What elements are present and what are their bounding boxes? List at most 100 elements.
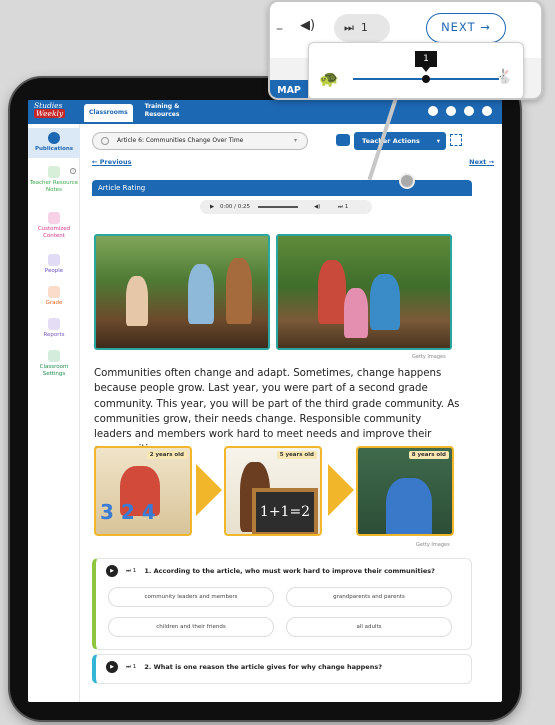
sidebar-item-grade[interactable]: Grade [28,286,80,307]
child-figure [126,276,148,326]
sidebar-item-label: People [44,268,64,274]
fullscreen-icon[interactable] [450,134,462,146]
sidebar-item-reports[interactable]: Reports [28,318,80,339]
tab-classrooms[interactable]: Classrooms [84,104,133,122]
age-tag: 8 years old [408,451,449,459]
question-header: ▶ ⏭ 1 1. According to the article, who m… [106,565,435,577]
child-figure [370,274,400,330]
sidebar-item-label: Teacher Resource Notes [29,180,79,193]
sidebar-item-customized-content[interactable]: Customized Content [28,212,80,239]
next-button[interactable]: NEXT → [426,13,506,43]
teacher-actions-label: Teacher Actions [362,137,420,145]
gardening-photo-left [94,234,270,350]
answer-option[interactable]: all adults [286,617,452,637]
child-figure [344,288,368,338]
sidebar: Publications Teacher Resource Notes i Cu… [28,124,80,702]
turtle-icon: 🐢 [319,69,339,88]
app-bar: Studies Weekly Classrooms Training & Res… [28,100,502,124]
assign-people-icon[interactable] [336,134,350,146]
speed-value: 1 [360,21,368,34]
appbar-icons [428,106,492,116]
speed-slider-value: 1 [415,51,437,72]
info-icon[interactable]: i [70,168,76,174]
divider: – [276,21,283,37]
audio-time: 0:00 / 0:25 [220,204,251,210]
answer-option[interactable]: children and their friends [108,617,274,637]
child-figure [188,264,214,324]
volume-icon[interactable]: ◀) [314,200,320,214]
close-icon[interactable] [428,106,438,116]
sidebar-item-teacher-resource-notes[interactable]: Teacher Resource Notes i [28,166,80,193]
sidebar-item-publications[interactable]: Publications [28,128,80,158]
people-icon [48,254,60,266]
chevron-down-icon: ▾ [293,137,297,144]
answer-option[interactable]: grandparents and parents [286,587,452,607]
child-figure [386,478,432,534]
speed-slider-popup: 🐢 1 🐇 [308,42,524,98]
search-icon[interactable] [446,106,456,116]
callout-anchor-dot [399,173,415,189]
speed-value: 1 [132,568,137,574]
teacher-actions-button[interactable]: Teacher Actions ▾ [354,132,446,150]
grade-icon [48,286,60,298]
question-text: 2. What is one reason the article gives … [144,663,382,671]
number-blocks: 3 2 4 [100,500,156,524]
chart-icon [48,318,60,330]
sidebar-item-classroom-settings[interactable]: Classroom Settings [28,350,80,377]
progression-arrow [196,464,222,516]
question-card-1: ▶ ⏭ 1 1. According to the article, who m… [92,558,472,650]
photo-credit: Getty Images [416,542,450,548]
next-link[interactable]: Next → [469,158,494,166]
sidebar-item-label: Reports [43,332,65,338]
play-icon[interactable]: ▶ [106,565,118,577]
sidebar-item-people[interactable]: People [28,254,80,275]
pencil-icon [48,166,60,178]
sidebar-item-label: Grade [45,300,63,306]
profile-icon[interactable] [482,106,492,116]
tab-training-resources[interactable]: Training & Resources [138,103,186,119]
chevron-down-icon: ▾ [436,137,440,145]
question-header: ▶ ⏭ 1 2. What is one reason the article … [106,661,382,673]
tablet-frame: Studies Weekly Classrooms Training & Res… [10,78,520,720]
age-photo-8: 8 years old [356,446,454,536]
audio-progress-track[interactable] [258,206,298,208]
speed-button[interactable]: ⏭ 1 [338,200,348,214]
map-tab[interactable]: MAP [270,80,308,98]
notification-icon[interactable] [464,106,474,116]
logo-line2: Weekly [34,109,66,118]
play-icon[interactable]: ▶ [210,200,214,214]
tablet-screen: Studies Weekly Classrooms Training & Res… [28,100,502,702]
sidebar-item-label: Classroom Settings [39,364,69,377]
audio-player: ▶ 0:00 / 0:25 ◀) ⏭ 1 [200,200,372,214]
speed-button[interactable]: ⏭ 1 [126,661,136,673]
article-select[interactable]: Article 6: Communities Change Over Time … [92,132,308,150]
previous-link[interactable]: ← Previous [92,158,132,166]
article-status-icon [101,137,109,145]
book-icon [48,132,60,144]
zoom-callout: – ◀) ⏭ 1 NEXT → MAP 🐢 1 🐇 [268,0,543,100]
speed-value: 1 [132,664,137,670]
rabbit-icon: 🐇 [495,69,513,85]
question-card-2: ▶ ⏭ 1 2. What is one reason the article … [92,654,472,684]
child-figure [318,260,346,324]
studies-weekly-logo[interactable]: Studies Weekly [34,102,80,122]
gardening-photo-right [276,234,452,350]
age-photo-5: 5 years old 1+1=2 [224,446,322,536]
sidebar-item-label: Customized Content [37,226,71,239]
volume-icon[interactable]: ◀) [300,18,315,33]
answer-option[interactable]: community leaders and members [108,587,274,607]
chalkboard: 1+1=2 [252,488,318,534]
previous-label: Previous [99,158,132,166]
age-photo-2: 2 years old 3 2 4 [94,446,192,536]
speed-button[interactable]: ⏭ 1 [126,565,136,577]
article-select-value: Article 6: Communities Change Over Time [117,137,244,144]
play-icon[interactable]: ▶ [106,661,118,673]
section-title: Article Rating [92,180,472,196]
age-tag: 5 years old [276,451,317,459]
child-figure [226,258,252,324]
speed-slider-knob[interactable] [422,75,430,83]
photo-credit: Getty Images [412,354,446,360]
main-content: Article 6: Communities Change Over Time … [86,124,502,702]
speed-button[interactable]: ⏭ 1 [334,14,390,42]
speed-value: 1 [344,204,349,210]
